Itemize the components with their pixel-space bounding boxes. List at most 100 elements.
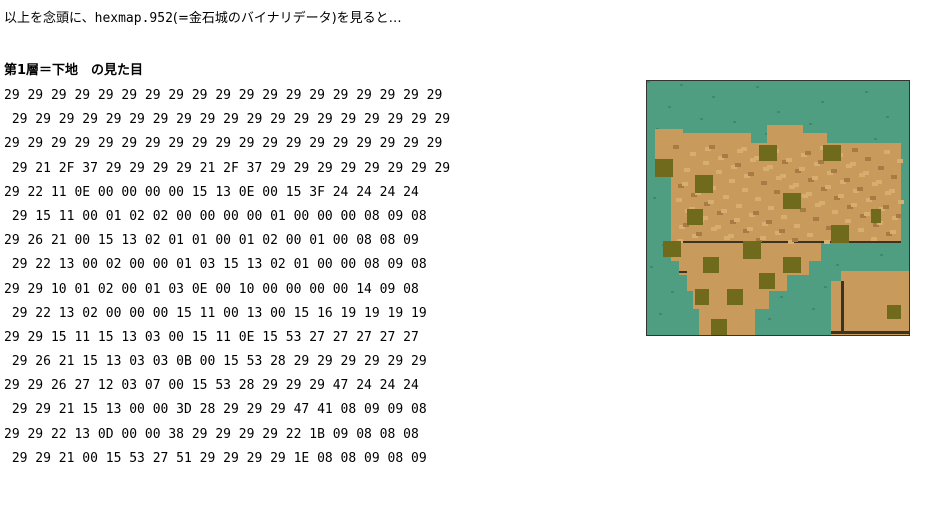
map-ground-texture — [722, 154, 728, 158]
map-water-ripple — [865, 91, 868, 93]
map-ground-texture — [863, 171, 869, 175]
map-ground-texture — [883, 205, 889, 209]
map-ground-texture — [852, 148, 858, 152]
map-ground-texture — [884, 150, 890, 154]
map-ground-texture — [865, 157, 871, 161]
map-water-ripple — [712, 96, 715, 98]
intro-filename: hexmap.952 — [94, 11, 173, 26]
map-ground-texture — [734, 218, 740, 222]
map-ground-texture — [890, 230, 896, 234]
map-ground-texture — [721, 209, 727, 213]
map-ground-texture — [709, 145, 715, 149]
map-ground-texture — [735, 163, 741, 167]
map-bush — [783, 257, 801, 273]
map-ground-texture — [813, 217, 819, 221]
map-bush — [759, 273, 775, 289]
map-ground-texture — [876, 180, 882, 184]
map-ground-texture — [793, 183, 799, 187]
hex-row: 29 22 13 02 00 00 00 15 11 00 13 00 15 1… — [4, 305, 427, 321]
map-ground-texture — [767, 165, 773, 169]
map-ground-texture — [889, 189, 895, 193]
map-cliff — [679, 271, 687, 273]
map-ground-texture — [723, 195, 729, 199]
hex-dump: 29 29 29 29 29 29 29 29 29 29 29 29 29 2… — [4, 84, 450, 471]
map-water-ripple — [821, 101, 824, 103]
map-bush — [887, 305, 901, 319]
map-water-ripple — [780, 296, 783, 298]
hex-row: 29 29 21 15 13 00 00 3D 28 29 29 29 47 4… — [4, 402, 427, 418]
map-bush — [655, 159, 673, 177]
map-preview-image — [646, 80, 910, 336]
map-ground-texture — [766, 220, 772, 224]
map-ground-texture — [857, 187, 863, 191]
map-ground-texture — [779, 229, 785, 233]
map-ground-texture — [794, 224, 800, 228]
map-ground-texture — [824, 240, 830, 244]
hex-row: 29 29 21 00 15 53 27 51 29 29 29 29 1E 0… — [4, 450, 427, 466]
map-ground-texture — [703, 161, 709, 165]
layer-heading: 第1層＝下地 の見た目 — [4, 63, 144, 78]
map-water-ripple — [756, 86, 759, 88]
map-water-ripple — [824, 286, 827, 288]
map-bush — [871, 209, 881, 223]
map-ground-texture — [807, 233, 813, 237]
map-water-ripple — [700, 118, 703, 120]
map-ground-texture — [742, 188, 748, 192]
map-ground-texture — [870, 196, 876, 200]
intro-text: 以上を念頭に、hexmap.952(=金石城のバイナリデータ)を見ると… — [4, 9, 402, 29]
map-water-ripple — [647, 81, 650, 83]
hex-row: 29 26 21 00 15 13 02 01 01 00 01 02 00 0… — [4, 233, 419, 249]
map-water-ripple — [650, 266, 653, 268]
map-ground-texture — [845, 219, 851, 223]
map-water-ripple — [659, 313, 662, 315]
map-ground — [797, 133, 827, 147]
hex-row: 29 15 11 00 01 02 02 00 00 00 00 01 00 0… — [4, 208, 427, 224]
map-ground-texture — [819, 201, 825, 205]
intro-suffix: (=金石城のバイナリデータ)を見ると… — [172, 11, 402, 26]
map-ground-texture — [850, 162, 856, 166]
map-ground-texture — [851, 203, 857, 207]
map-ground-texture — [825, 185, 831, 189]
map-bush — [783, 193, 801, 209]
hex-row: 29 29 15 11 15 13 03 00 15 11 0E 15 53 2… — [4, 329, 419, 345]
hex-row: 29 26 21 15 13 03 03 0B 00 15 53 28 29 2… — [4, 354, 427, 370]
map-ground-texture — [786, 158, 792, 162]
map-bush — [823, 145, 841, 161]
map-bush — [831, 225, 849, 243]
map-water-ripple — [836, 264, 839, 266]
map-ground-texture — [715, 225, 721, 229]
map-ground-texture — [780, 174, 786, 178]
map-water-ripple — [880, 254, 883, 256]
map-bush — [703, 257, 719, 273]
map-cliff — [841, 281, 844, 331]
map-ground-texture — [768, 206, 774, 210]
map-cliff — [831, 331, 909, 334]
map-water-ripple — [671, 291, 674, 293]
hex-row: 29 29 26 27 12 03 07 00 15 53 28 29 29 2… — [4, 378, 419, 394]
map-ground-texture — [799, 167, 805, 171]
map-water-ripple — [680, 84, 683, 86]
map-ground-texture — [891, 175, 897, 179]
hex-row: 29 22 13 00 02 00 00 01 03 15 13 02 01 0… — [4, 257, 427, 273]
map-bush — [695, 175, 713, 193]
map-ground-texture — [871, 237, 877, 241]
map-ground-texture — [753, 211, 759, 215]
map-ground — [841, 271, 909, 285]
map-ground-texture — [760, 236, 766, 240]
map-bush — [727, 289, 743, 305]
map-water-ripple — [733, 121, 736, 123]
map-ground-texture — [896, 214, 902, 218]
map-water-ripple — [874, 138, 877, 140]
map-ground-texture — [673, 145, 679, 149]
map-ground-texture — [792, 238, 798, 242]
map-water-ripple — [777, 111, 780, 113]
hex-row: 29 29 29 29 29 29 29 29 29 29 29 29 29 2… — [4, 112, 451, 128]
intro-prefix: 以上を念頭に、 — [4, 11, 95, 26]
hex-row: 29 22 11 0E 00 00 00 00 15 13 0E 00 15 3… — [4, 184, 419, 200]
map-bush — [743, 241, 761, 259]
map-ground-texture — [676, 198, 682, 202]
map-ground-texture — [858, 228, 864, 232]
map-ground-texture — [684, 168, 690, 172]
hex-row: 29 21 2F 37 29 29 29 29 21 2F 37 29 29 2… — [4, 160, 451, 176]
map-bush — [711, 319, 727, 335]
